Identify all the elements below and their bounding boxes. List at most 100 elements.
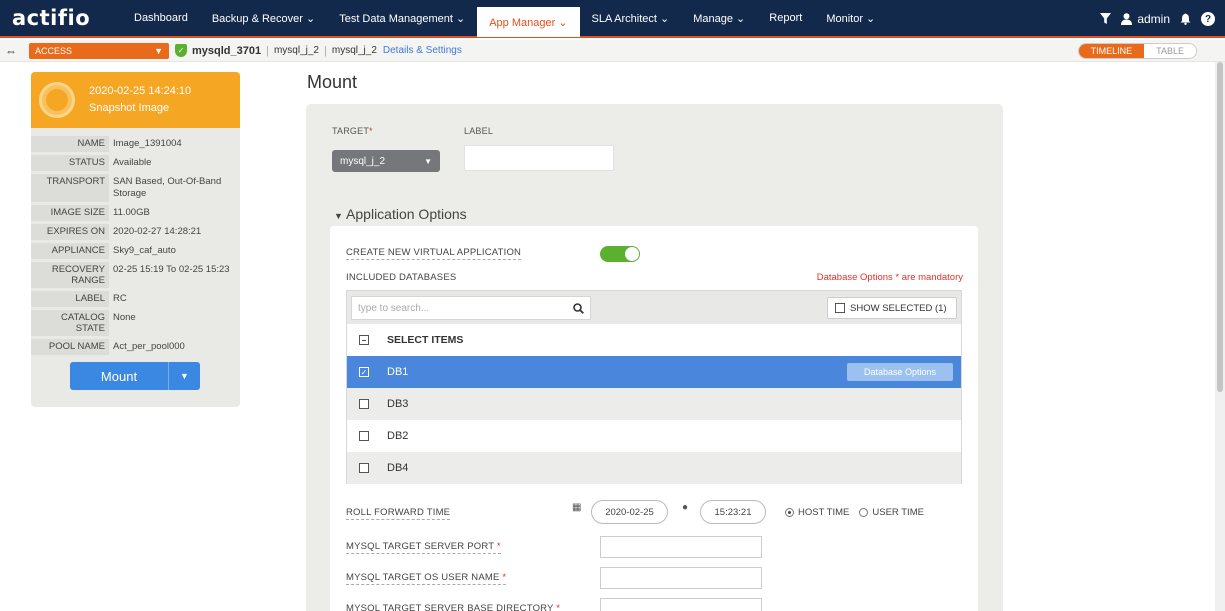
- clock-icon[interactable]: ●: [682, 502, 688, 513]
- host-time-label: HOST TIME: [798, 507, 850, 518]
- user-name: admin: [1137, 12, 1170, 26]
- mount-button[interactable]: Mount ▼: [70, 362, 200, 390]
- time-mode-radio-group: HOST TIME USER TIME: [785, 507, 924, 518]
- prop-value: None: [113, 312, 136, 323]
- prop-key: LABEL: [31, 291, 109, 307]
- mount-button-label: Mount: [100, 368, 138, 384]
- nav-right: admin ?: [1100, 0, 1215, 38]
- prop-value: 2020-02-27 14:28:21: [113, 226, 202, 237]
- prop-key: TRANSPORT: [31, 174, 109, 202]
- prop-row: STATUS Available: [31, 155, 240, 171]
- target-select[interactable]: mysql_j_2 ▼: [332, 150, 440, 172]
- timeline-view-button[interactable]: TIMELINE: [1078, 44, 1145, 58]
- image-datetime: 2020-02-25 14:24:10: [89, 85, 192, 97]
- nav-backup-recover[interactable]: Backup & Recover ⌄: [200, 0, 327, 37]
- calendar-icon[interactable]: ▦: [572, 502, 581, 513]
- show-selected-toggle[interactable]: SHOW SELECTED (1): [827, 297, 957, 319]
- nav-report[interactable]: Report: [757, 0, 814, 37]
- mysql-base-dir-input[interactable]: [600, 598, 762, 611]
- database-row[interactable]: ✓ DB1 Database Options: [347, 356, 961, 388]
- prop-value: Sky9_caf_auto: [113, 245, 176, 256]
- database-checkbox[interactable]: ✓: [359, 367, 369, 377]
- database-row[interactable]: DB3: [347, 388, 961, 420]
- prop-row: EXPIRES ON 2020-02-27 14:28:21: [31, 224, 240, 240]
- scrollbar-thumb[interactable]: [1217, 62, 1223, 392]
- host-time-radio[interactable]: [785, 508, 794, 517]
- mysql-os-user-label: MYSQL TARGET OS USER NAME *: [346, 572, 507, 585]
- caret-down-icon: ▼: [154, 45, 163, 56]
- application-options-panel: CREATE NEW VIRTUAL APPLICATION INCLUDED …: [330, 226, 978, 611]
- mysql-port-input[interactable]: [600, 536, 762, 558]
- app-name[interactable]: mysqld_3701: [192, 45, 261, 57]
- application-options-toggle[interactable]: ▼ Application Options: [334, 206, 467, 222]
- table-view-button[interactable]: TABLE: [1144, 44, 1196, 58]
- nav-monitor[interactable]: Monitor ⌄: [814, 0, 887, 37]
- search-placeholder: type to search...: [358, 302, 430, 314]
- prop-value: RC: [113, 293, 127, 304]
- create-virtual-app-switch[interactable]: [600, 246, 640, 262]
- nav-manage[interactable]: Manage ⌄: [681, 0, 757, 37]
- prop-row: POOL NAME Act_per_pool000: [31, 339, 240, 355]
- bell-icon[interactable]: [1180, 13, 1191, 25]
- breadcrumb-host-2[interactable]: mysql_j_2: [332, 45, 377, 56]
- breadcrumb-separator: |: [324, 44, 327, 57]
- prop-value: Available: [113, 157, 152, 168]
- database-selector: type to search... SHOW SELECTED (1) − SE…: [346, 290, 962, 484]
- target-label: TARGET*: [332, 126, 373, 136]
- roll-forward-date-input[interactable]: 2020-02-25: [591, 500, 668, 524]
- select-items-label: SELECT ITEMS: [387, 334, 464, 346]
- database-checkbox[interactable]: [359, 431, 369, 441]
- breadcrumb-host[interactable]: mysql_j_2: [274, 45, 319, 56]
- prop-value: Act_per_pool000: [113, 341, 185, 352]
- prop-key: APPLIANCE: [31, 243, 109, 259]
- access-label: ACCESS: [35, 45, 73, 56]
- database-checkbox[interactable]: [359, 463, 369, 473]
- select-all-checkbox[interactable]: −: [359, 335, 369, 345]
- label-input[interactable]: [464, 145, 614, 171]
- details-settings-link[interactable]: Details & Settings: [383, 45, 462, 56]
- help-icon[interactable]: ?: [1201, 12, 1215, 26]
- prop-row: APPLIANCE Sky9_caf_auto: [31, 243, 240, 259]
- database-row[interactable]: DB4: [347, 452, 961, 484]
- actifio-logo[interactable]: actifio: [12, 6, 122, 30]
- database-options-button[interactable]: Database Options: [847, 363, 953, 381]
- mount-form-panel: TARGET* LABEL mysql_j_2 ▼ ▼ Application …: [306, 104, 1003, 611]
- access-dropdown[interactable]: ACCESS ▼: [29, 42, 169, 59]
- prop-value: 02-25 15:19 To 02-25 15:23: [113, 264, 230, 275]
- mount-options-caret-icon[interactable]: ▼: [168, 362, 200, 390]
- filter-icon[interactable]: [1100, 13, 1112, 25]
- prop-row: CATALOG STATE None: [31, 310, 240, 336]
- page-title: Mount: [307, 72, 358, 92]
- shield-check-icon: ✓: [175, 44, 187, 57]
- nav-dashboard[interactable]: Dashboard: [122, 0, 200, 37]
- checkbox-icon: [835, 303, 845, 313]
- page-scrollbar[interactable]: [1215, 62, 1225, 611]
- database-row[interactable]: DB2: [347, 420, 961, 452]
- breadcrumb-separator: |: [266, 44, 269, 57]
- database-name: DB2: [387, 430, 409, 442]
- mysql-port-label: MYSQL TARGET SERVER PORT *: [346, 541, 501, 554]
- mysql-os-user-input[interactable]: [600, 567, 762, 589]
- image-card-header: 2020-02-25 14:24:10 Snapshot Image: [31, 72, 240, 128]
- view-toggle: TIMELINE TABLE: [1077, 43, 1197, 59]
- mandatory-note: Database Options * are mandatory: [816, 272, 963, 283]
- roll-forward-time-input[interactable]: 15:23:21: [700, 500, 766, 524]
- image-type: Snapshot Image: [89, 102, 170, 114]
- prop-value: 11.00GB: [113, 207, 150, 218]
- database-checkbox[interactable]: [359, 399, 369, 409]
- nav-app-manager[interactable]: App Manager ⌄: [477, 7, 580, 37]
- user-time-radio[interactable]: [859, 508, 869, 517]
- prop-key: RECOVERY RANGE: [31, 262, 109, 288]
- swap-arrows-icon[interactable]: ⇔: [5, 44, 23, 58]
- label-field-label: LABEL: [464, 126, 494, 136]
- app-subbar: ⇔ ACCESS ▼ ✓ mysqld_3701 | mysql_j_2 | m…: [0, 40, 1225, 62]
- database-search-input[interactable]: type to search...: [351, 296, 591, 320]
- user-menu[interactable]: admin: [1121, 12, 1170, 26]
- caret-down-icon: ▼: [424, 156, 432, 166]
- roll-forward-time-label: ROLL FORWARD TIME: [346, 507, 451, 520]
- nav-sla-architect[interactable]: SLA Architect ⌄: [580, 0, 682, 37]
- prop-value: Image_1391004: [113, 138, 182, 149]
- prop-key: NAME: [31, 136, 109, 152]
- nav-test-data-management[interactable]: Test Data Management ⌄: [327, 0, 477, 37]
- top-nav: actifio Dashboard Backup & Recover ⌄ Tes…: [0, 0, 1225, 38]
